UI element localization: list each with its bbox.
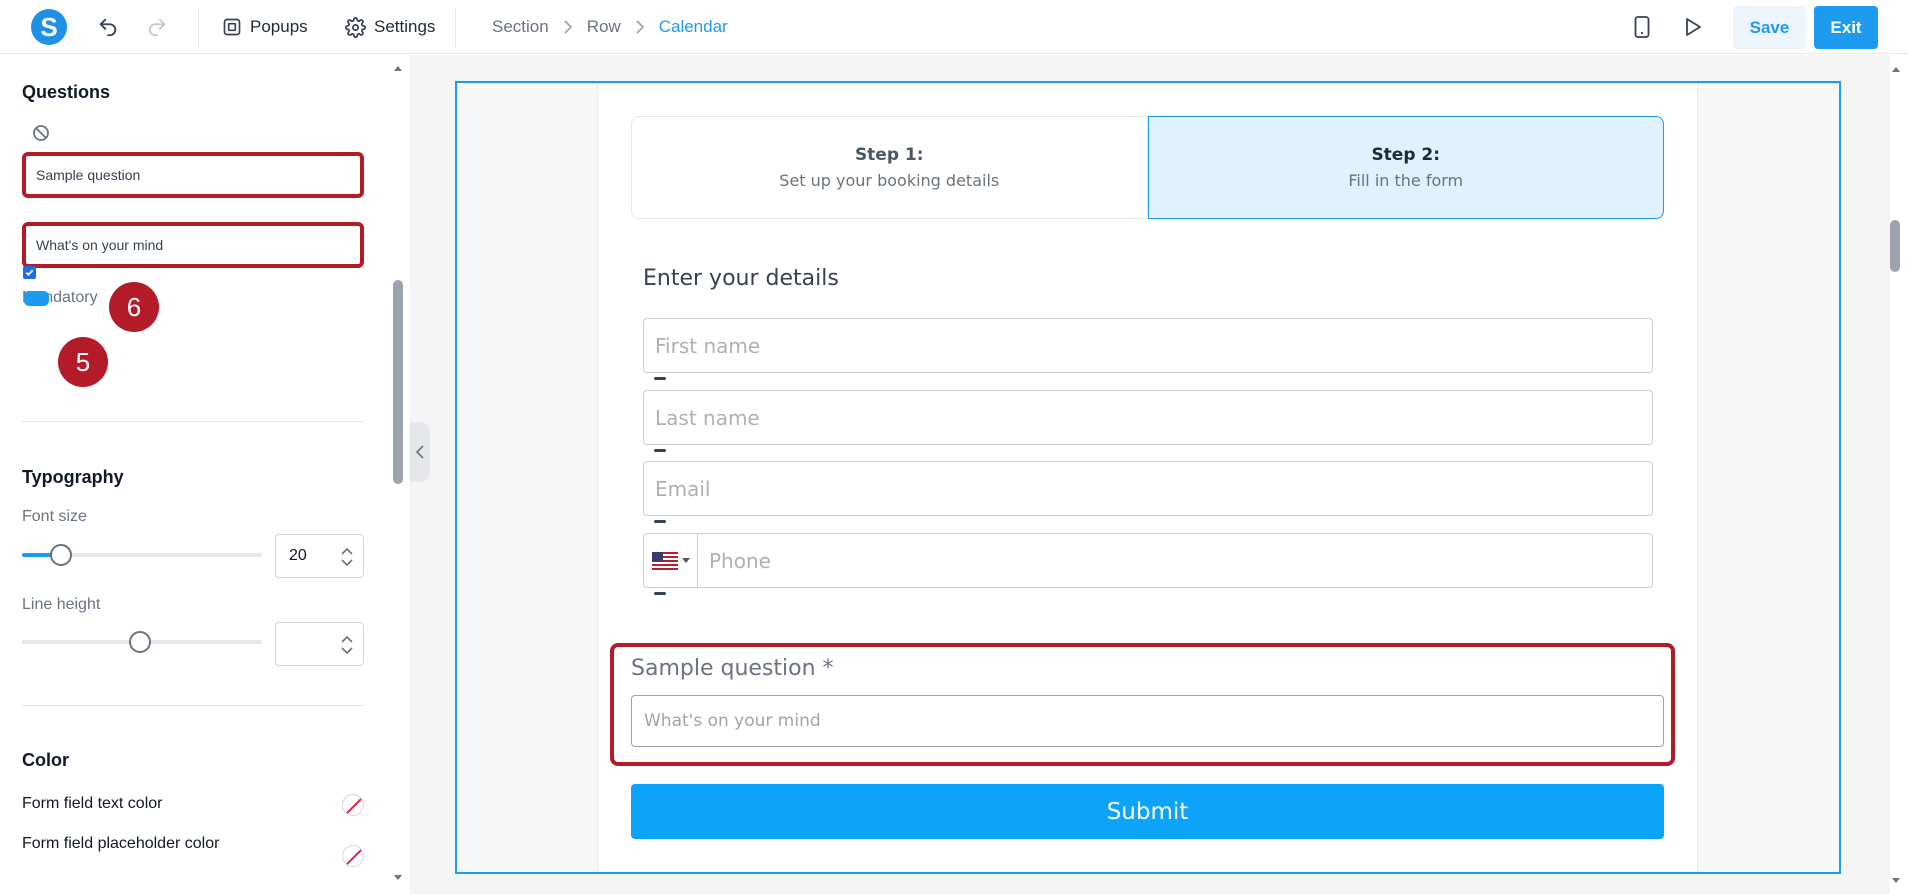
exit-button[interactable]: Exit (1814, 6, 1878, 49)
scroll-up-icon[interactable] (393, 64, 403, 72)
badge-number: 6 (126, 291, 142, 322)
app-logo[interactable]: S (31, 9, 67, 45)
question-text-input[interactable]: Sample question (22, 152, 364, 198)
redo-icon[interactable] (144, 14, 170, 40)
badge-number: 5 (75, 346, 91, 377)
font-size-value: 20 (289, 547, 307, 564)
step-badge-6: 6 (109, 282, 159, 332)
text-color-label: Form field text color (22, 795, 163, 812)
field-handle (654, 520, 666, 523)
breadcrumb-section[interactable]: Section (492, 17, 549, 37)
line-height-input[interactable] (275, 622, 364, 666)
logo-letter: S (40, 11, 58, 42)
font-size-slider-thumb[interactable] (50, 544, 72, 566)
chevron-right-icon (564, 20, 572, 34)
first-name-placeholder: First name (655, 333, 761, 358)
mandatory-toggle[interactable] (24, 291, 49, 306)
breadcrumb-row[interactable]: Row (587, 17, 621, 37)
typography-title: Typography (22, 467, 124, 487)
mandatory-checkbox[interactable] (23, 266, 36, 279)
question-placeholder-input[interactable]: What's on your mind (22, 222, 364, 268)
sample-question-input[interactable]: What's on your mind (631, 695, 1664, 747)
field-handle (654, 592, 666, 595)
font-size-slider[interactable] (22, 544, 262, 566)
scroll-down-icon[interactable] (1891, 877, 1901, 885)
booking-steps: Step 1: Set up your booking details Step… (631, 116, 1664, 219)
last-name-placeholder: Last name (655, 405, 760, 430)
step-1-tab[interactable]: Step 1: Set up your booking details (631, 116, 1148, 219)
top-toolbar: S Popups Settings Section Row Calendar S… (0, 0, 1908, 54)
caret-down-icon (681, 557, 690, 563)
step-2-tab[interactable]: Step 2: Fill in the form (1147, 116, 1664, 219)
breadcrumb: Section Row Calendar (492, 17, 728, 37)
placeholder-color-label: Form field placeholder color (22, 835, 220, 852)
field-handle (654, 377, 666, 380)
font-size-input[interactable]: 20 (275, 534, 364, 578)
phone-placeholder: Phone (709, 548, 771, 573)
sample-question-label: Sample question * (631, 656, 834, 681)
step-title: Step 1: (854, 145, 924, 165)
ban-icon[interactable] (31, 123, 51, 143)
sample-question-placeholder: What's on your mind (644, 711, 821, 731)
step-badge-5: 5 (58, 337, 108, 387)
first-name-input[interactable]: First name (643, 318, 1653, 373)
last-name-input[interactable]: Last name (643, 390, 1653, 445)
placeholder-color-swatch[interactable] (342, 845, 364, 867)
step-title: Step 2: (1371, 145, 1441, 165)
toolbar-divider (198, 8, 199, 48)
mobile-icon[interactable] (1629, 14, 1655, 40)
text-color-swatch[interactable] (342, 794, 364, 816)
settings-panel: Questions Sample question What's on your… (0, 55, 388, 894)
undo-icon[interactable] (95, 14, 121, 40)
scroll-down-icon[interactable] (393, 874, 403, 882)
phone-input[interactable]: Phone (643, 533, 1653, 588)
scroll-up-icon[interactable] (1891, 65, 1901, 73)
section-divider (22, 705, 364, 706)
popups-label: Popups (250, 17, 308, 36)
stepper-arrows-icon[interactable] (340, 546, 354, 568)
stepper-arrows-icon[interactable] (340, 634, 354, 656)
question-placeholder-value: What's on your mind (36, 237, 164, 253)
settings-label: Settings (374, 17, 436, 36)
email-placeholder: Email (655, 476, 711, 501)
popups-icon (223, 18, 241, 36)
toolbar-divider (455, 8, 456, 48)
panel-scroll-thumb[interactable] (393, 280, 403, 484)
line-height-slider[interactable] (22, 631, 262, 653)
submit-button[interactable]: Submit (631, 784, 1664, 839)
popups-button[interactable]: Popups (222, 12, 308, 42)
settings-button[interactable]: Settings (345, 12, 435, 42)
country-selector[interactable] (644, 534, 698, 587)
gear-icon (345, 16, 366, 38)
section-divider (22, 421, 364, 422)
collapse-panel-handle[interactable] (410, 422, 430, 482)
line-height-slider-thumb[interactable] (129, 631, 151, 653)
save-button[interactable]: Save (1733, 6, 1806, 49)
line-height-label: Line height (22, 596, 101, 613)
form-heading: Enter your details (643, 266, 839, 291)
field-handle (654, 449, 666, 452)
step-subtitle: Fill in the form (1348, 171, 1464, 190)
canvas-scroll-thumb[interactable] (1890, 220, 1900, 272)
color-title: Color (22, 750, 69, 770)
chevron-right-icon (636, 20, 644, 34)
chevron-left-icon (416, 445, 424, 459)
questions-title: Questions (22, 82, 111, 102)
step-subtitle: Set up your booking details (779, 171, 1000, 190)
email-input[interactable]: Email (643, 461, 1653, 516)
breadcrumb-calendar[interactable]: Calendar (659, 17, 728, 37)
check-icon (25, 269, 34, 277)
question-text-value: Sample question (36, 167, 141, 183)
play-icon[interactable] (1680, 14, 1706, 40)
us-flag-icon (651, 551, 678, 570)
font-size-label: Font size (22, 508, 87, 525)
